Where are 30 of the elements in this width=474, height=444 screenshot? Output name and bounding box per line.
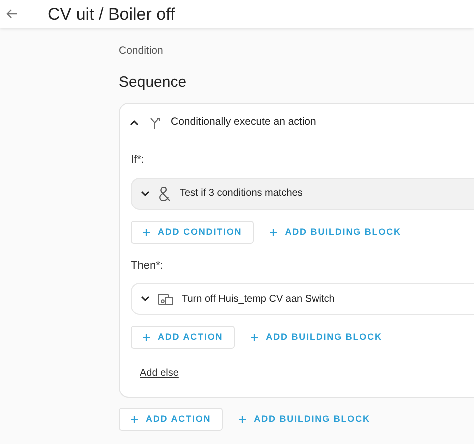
section-label: If*: <box>131 153 146 168</box>
section-label: Condition <box>119 44 164 59</box>
branch-icon <box>149 116 161 129</box>
plus-icon <box>251 334 258 342</box>
caret-down-icon[interactable] <box>141 296 150 302</box>
plus-icon <box>131 416 138 424</box>
plus-icon <box>143 228 150 236</box>
page-title: CV uit / Boiler off <box>48 6 176 22</box>
add-else-link[interactable]: Add else <box>140 366 179 382</box>
row-title: Turn off Huis_temp CV aan Switch <box>182 292 335 307</box>
caret-down-icon[interactable] <box>141 190 150 197</box>
add-button[interactable]: ADD ACTION <box>119 408 224 432</box>
add-button[interactable]: ADD CONDITION <box>131 220 254 244</box>
section-title: Sequence <box>119 72 188 93</box>
action-row[interactable]: Turn off Huis_temp CV aan Switch <box>131 283 474 316</box>
add-button[interactable]: ADD BUILDING BLOCK <box>239 326 394 350</box>
add-button[interactable]: ADD BUILDING BLOCK <box>258 220 414 244</box>
row-title: Test if 3 conditions matches <box>180 187 303 202</box>
add-button[interactable]: ADD BUILDING BLOCK <box>227 408 382 432</box>
add-button[interactable]: ADD ACTION <box>131 326 236 350</box>
plus-icon <box>143 334 150 342</box>
device-icon <box>158 292 174 306</box>
back-icon[interactable] <box>6 9 18 19</box>
plus-icon <box>270 228 278 236</box>
section-label: Then*: <box>131 258 164 274</box>
card-title[interactable]: Conditionally execute an action <box>171 114 316 131</box>
plus-icon <box>239 416 246 424</box>
caret-up-icon[interactable] <box>130 120 139 126</box>
condition-row[interactable]: Test if 3 conditions matches <box>131 178 474 210</box>
ampersand-icon <box>158 186 172 202</box>
